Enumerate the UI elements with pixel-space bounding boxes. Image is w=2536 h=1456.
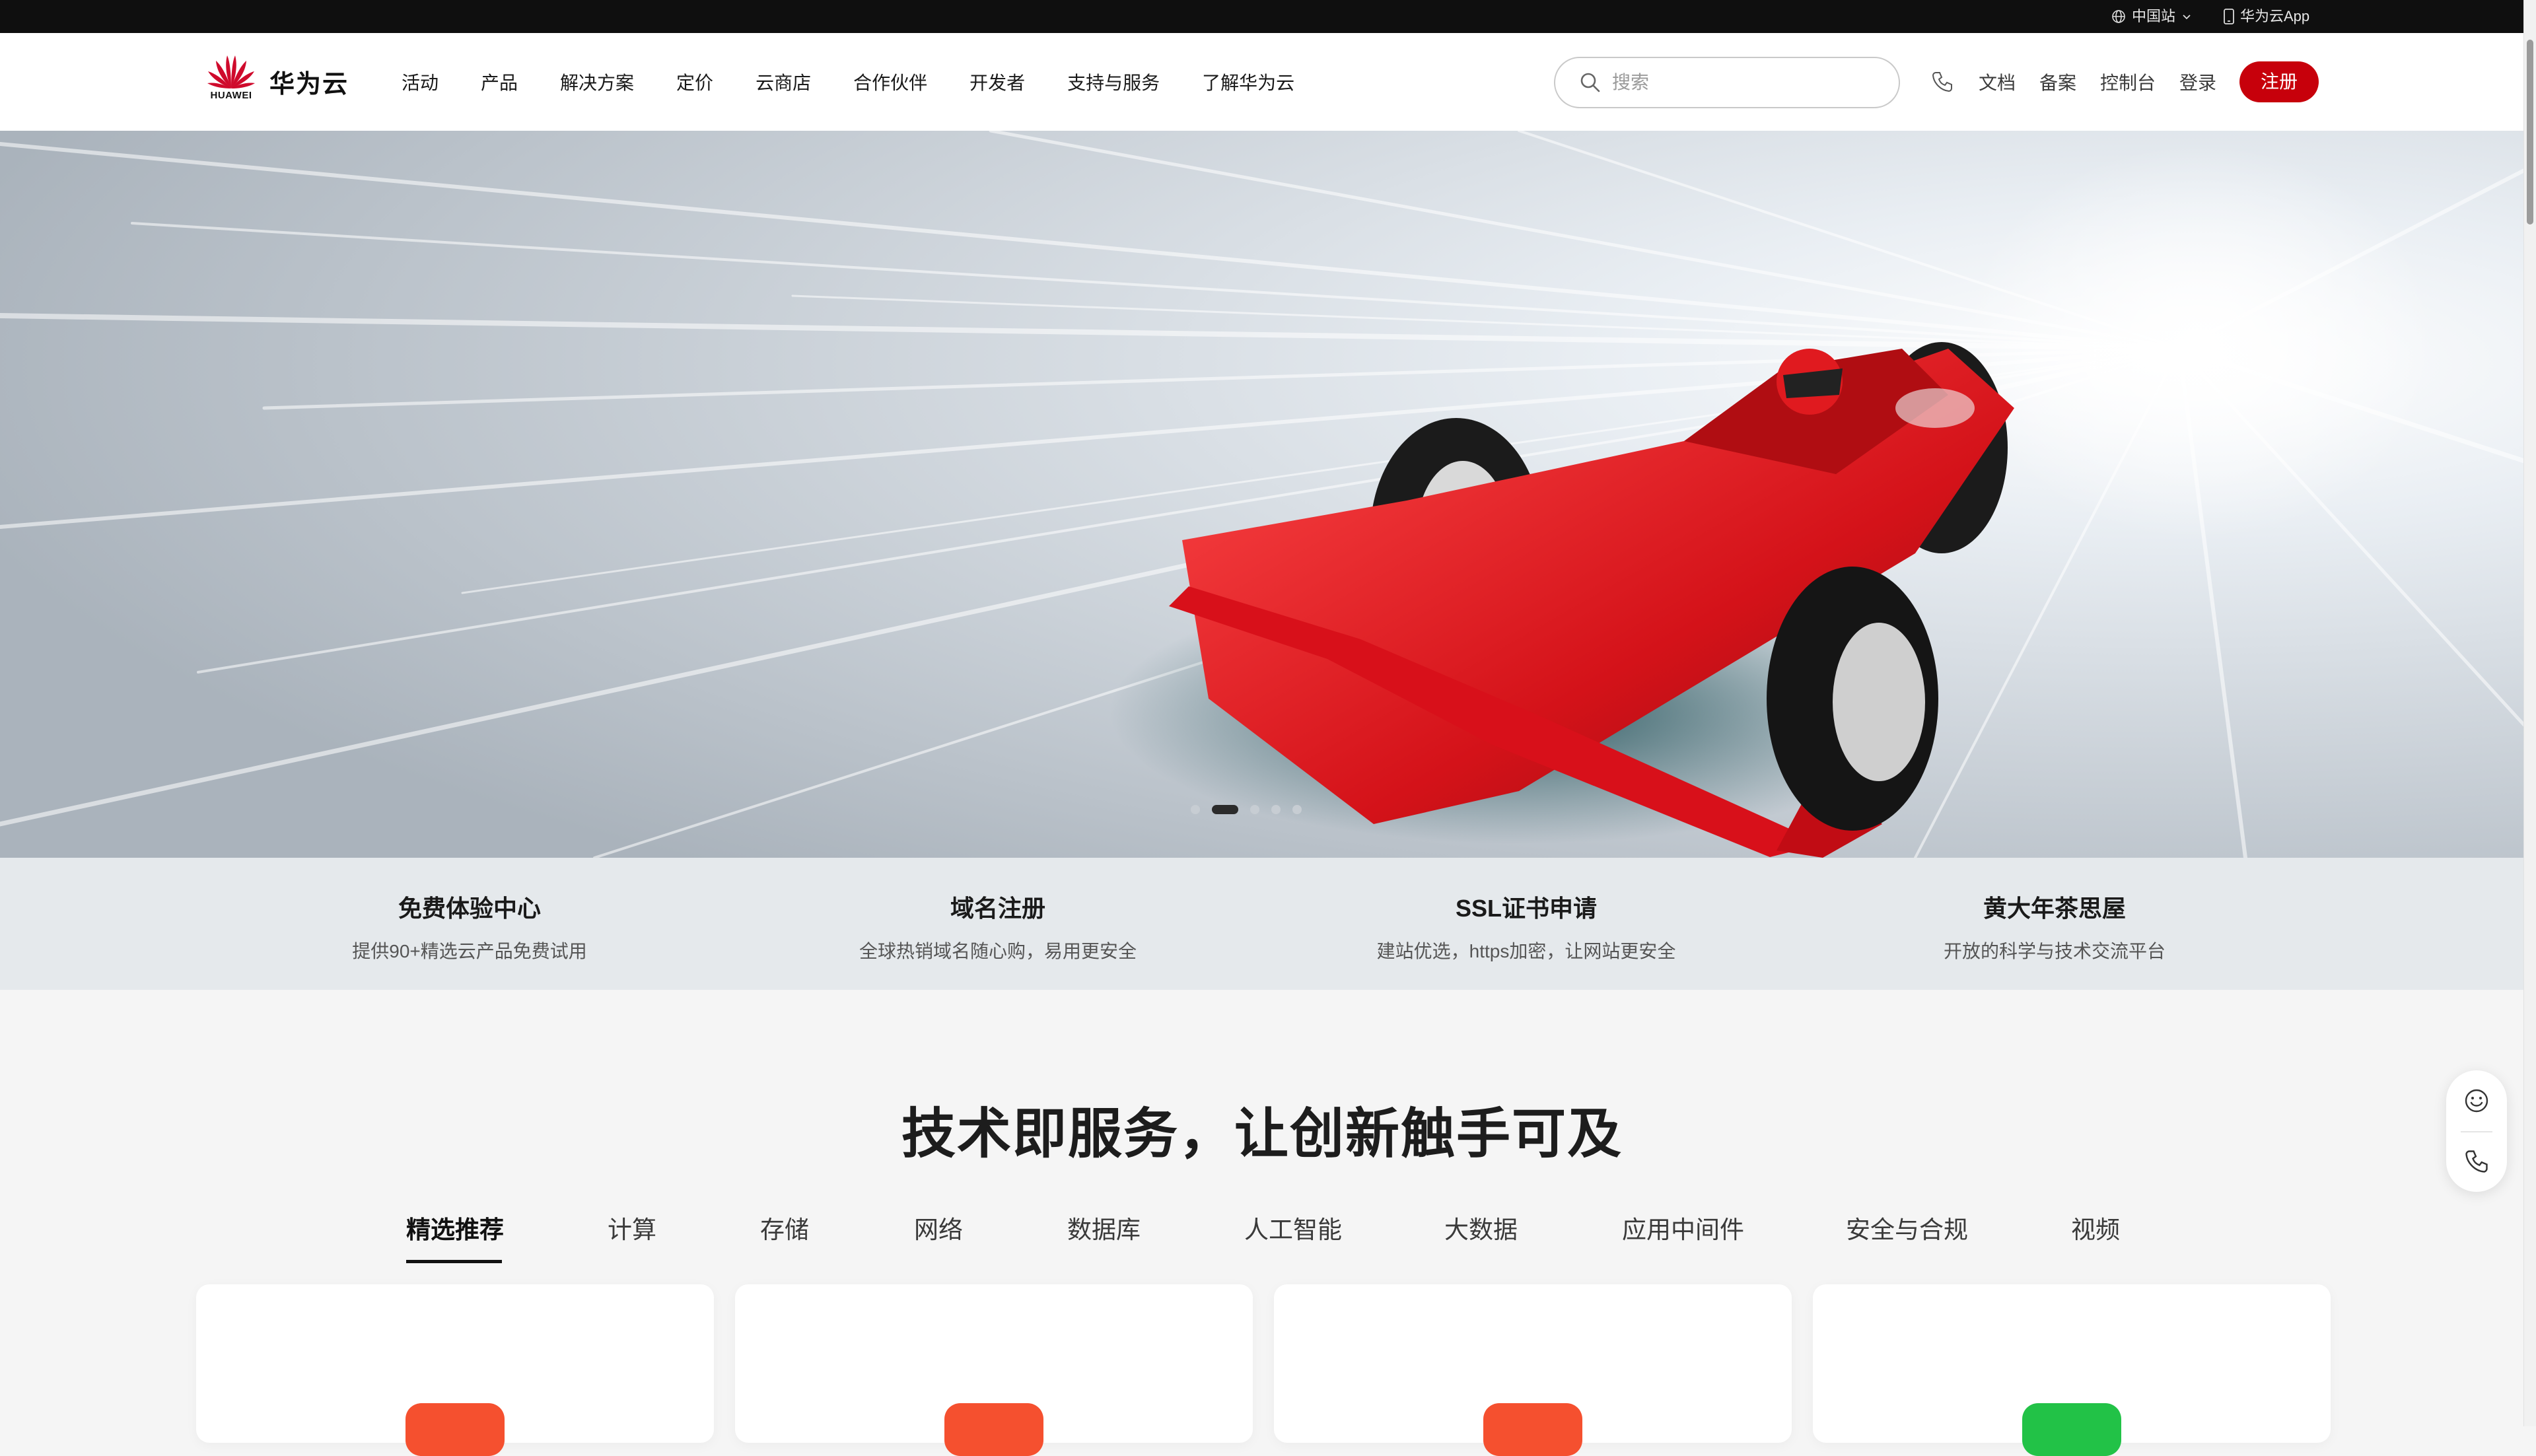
console-link[interactable]: 控制台 — [2100, 69, 2156, 95]
icp-filing-link[interactable]: 备案 — [2039, 69, 2076, 95]
tab-featured[interactable]: 精选推荐 — [406, 1210, 504, 1245]
menu-item-developers[interactable]: 开发者 — [969, 69, 1025, 95]
menu-item-support[interactable]: 支持与服务 — [1067, 69, 1160, 95]
quick-link-title: 黄大年茶思屋 — [1983, 895, 2126, 922]
section-title: 技术即服务，让创新触手可及 — [901, 1104, 1623, 1164]
logo-wordmark: HUAWEI — [210, 90, 252, 101]
hero-banner[interactable] — [0, 131, 2524, 858]
floating-contact-widget — [2446, 1070, 2507, 1192]
menu-item-partners[interactable]: 合作伙伴 — [853, 69, 927, 95]
brand-name: 华为云 — [269, 71, 349, 98]
quick-link-title: 免费体验中心 — [398, 895, 541, 922]
tab-compute[interactable]: 计算 — [608, 1210, 656, 1245]
quick-link-subtitle: 全球热销域名随心购，易用更安全 — [859, 941, 1137, 961]
quick-link-domain[interactable]: 域名注册 全球热销域名随心购，易用更安全 — [734, 858, 1262, 963]
app-label: 华为云App — [2240, 8, 2310, 24]
app-download-link[interactable]: 华为云App — [2223, 0, 2309, 33]
product-icon-badge — [1483, 1403, 1582, 1456]
search-icon — [1580, 73, 1600, 92]
contact-phone-button[interactable] — [2446, 1131, 2507, 1192]
product-category-tabs: 精选推荐 计算 存储 网络 数据库 人工智能 大数据 应用中间件 安全与合规 视… — [0, 1210, 2524, 1263]
register-button[interactable]: 注册 — [2239, 61, 2319, 102]
menu-item-pricing[interactable]: 定价 — [676, 69, 713, 95]
menu-item-marketplace[interactable]: 云商店 — [756, 69, 811, 95]
feedback-button[interactable] — [2446, 1070, 2507, 1131]
scrollbar-thumb[interactable] — [2527, 40, 2533, 225]
top-bar: 中国站 华为云App — [0, 0, 2536, 33]
quick-link-subtitle: 开放的科学与技术交流平台 — [1943, 941, 2166, 961]
tab-video[interactable]: 视频 — [2071, 1210, 2120, 1245]
product-icon-badge — [2022, 1403, 2121, 1456]
chevron-down-icon — [2183, 15, 2191, 20]
carousel-dot-4[interactable] — [1271, 805, 1281, 814]
product-card[interactable] — [1813, 1284, 2331, 1456]
huawei-cloud-logo[interactable]: HUAWEI 华为云 — [205, 52, 349, 104]
docs-link[interactable]: 文档 — [1979, 69, 2016, 95]
quick-links-bar: 免费体验中心 提供90+精选云产品免费试用 域名注册 全球热销域名随心购，易用更… — [0, 858, 2524, 990]
region-label: 中国站 — [2132, 8, 2176, 24]
globe-icon — [2112, 10, 2125, 23]
main-menu: 活动 产品 解决方案 定价 云商店 合作伙伴 开发者 支持与服务 了解华为云 — [402, 33, 1337, 131]
phone-icon[interactable] — [1930, 69, 1955, 94]
product-icon-badge — [944, 1403, 1043, 1456]
product-icon-badge — [405, 1403, 505, 1456]
page-scrollbar[interactable] — [2523, 0, 2536, 1426]
menu-item-about[interactable]: 了解华为云 — [1202, 69, 1294, 95]
quick-link-ssl[interactable]: SSL证书申请 建站优选，https加密，让网站更安全 — [1262, 858, 1790, 963]
tab-big-data[interactable]: 大数据 — [1444, 1210, 1518, 1245]
carousel-dot-2[interactable] — [1212, 805, 1238, 814]
quick-link-subtitle: 提供90+精选云产品免费试用 — [352, 941, 587, 961]
search-input[interactable] — [1611, 71, 1878, 94]
menu-item-activities[interactable]: 活动 — [402, 69, 439, 95]
main-header: HUAWEI 华为云 活动 产品 解决方案 定价 云商店 合作伙伴 开发者 支持… — [0, 33, 2536, 131]
product-card[interactable] — [196, 1284, 714, 1456]
product-card[interactable] — [735, 1284, 1253, 1456]
quick-link-free-trial[interactable]: 免费体验中心 提供90+精选云产品免费试用 — [205, 858, 734, 963]
product-card[interactable] — [1274, 1284, 1792, 1456]
phone-icon — [2465, 1150, 2488, 1173]
quick-link-tea-house[interactable]: 黄大年茶思屋 开放的科学与技术交流平台 — [1790, 858, 2319, 963]
carousel-dot-3[interactable] — [1250, 805, 1259, 814]
tab-ai[interactable]: 人工智能 — [1244, 1210, 1342, 1245]
menu-item-solutions[interactable]: 解决方案 — [560, 69, 634, 95]
phone-device-icon — [2224, 9, 2234, 24]
carousel-dot-5[interactable] — [1292, 805, 1302, 814]
tab-network[interactable]: 网络 — [914, 1210, 963, 1245]
tab-database[interactable]: 数据库 — [1067, 1210, 1141, 1245]
login-link[interactable]: 登录 — [2179, 69, 2216, 95]
active-tab-indicator — [406, 1260, 502, 1263]
carousel-dot-1[interactable] — [1191, 805, 1200, 814]
tab-security[interactable]: 安全与合规 — [1846, 1210, 1968, 1245]
quick-link-subtitle: 建站优选，https加密，让网站更安全 — [1376, 941, 1676, 961]
smiley-icon — [2465, 1089, 2488, 1113]
carousel-indicators — [1191, 805, 1302, 814]
search-box[interactable] — [1554, 57, 1900, 108]
hero-image — [0, 131, 2524, 858]
huawei-logo-mark: HUAWEI — [205, 52, 258, 104]
header-right-links: 文档 备案 控制台 登录 — [1930, 33, 2216, 131]
quick-link-title: SSL证书申请 — [1455, 895, 1597, 922]
menu-item-products[interactable]: 产品 — [481, 69, 518, 95]
tab-storage[interactable]: 存储 — [760, 1210, 809, 1245]
huawei-petal-icon — [207, 55, 255, 88]
region-selector[interactable]: 中国站 — [2111, 0, 2193, 33]
quick-link-title: 域名注册 — [950, 895, 1045, 922]
tab-middleware[interactable]: 应用中间件 — [1622, 1210, 1744, 1245]
